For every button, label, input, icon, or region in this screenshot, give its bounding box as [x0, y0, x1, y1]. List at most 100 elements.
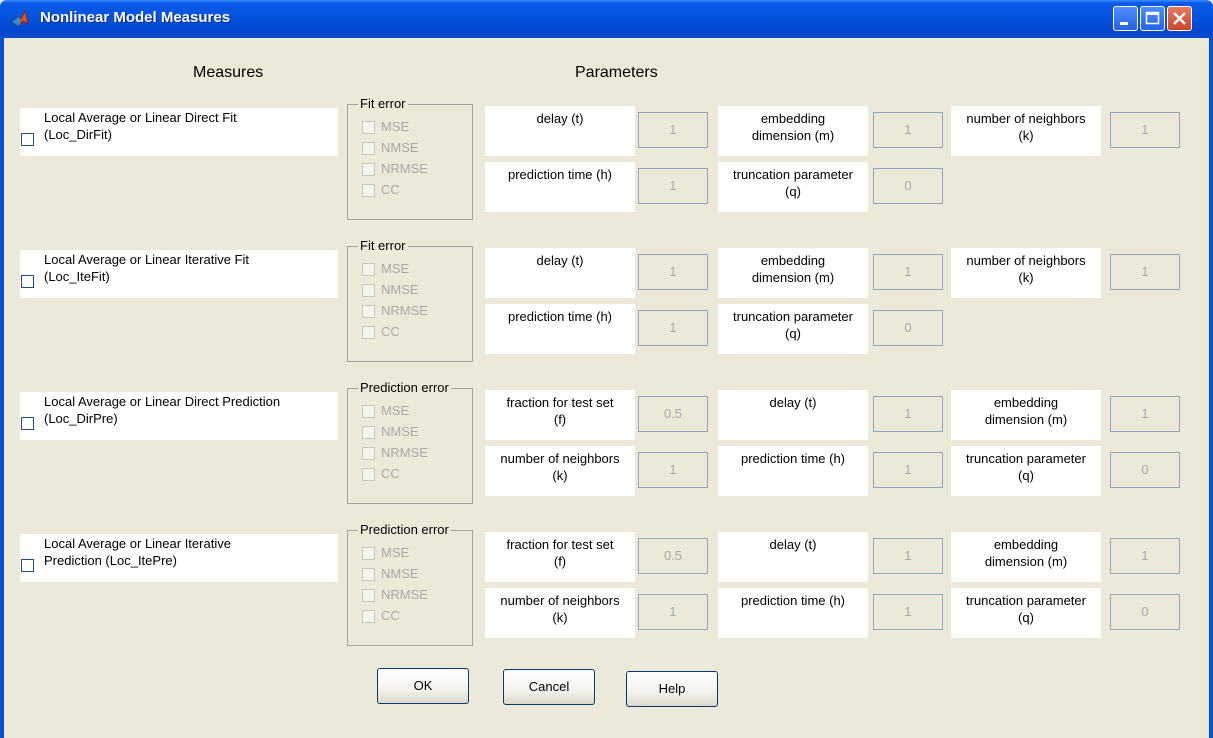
error-option-label: NMSE — [381, 140, 419, 155]
error-option-label: CC — [381, 466, 400, 481]
error-option-label: NRMSE — [381, 445, 428, 460]
measure-checkbox[interactable] — [21, 417, 34, 430]
error-option-label: MSE — [381, 261, 410, 276]
parameter-input[interactable]: 0 — [873, 168, 943, 204]
error-group-title: Fit error — [358, 238, 408, 253]
minimize-button[interactable] — [1113, 6, 1138, 31]
error-option-label: NRMSE — [381, 587, 428, 602]
error-option-checkbox[interactable] — [362, 468, 375, 481]
parameter-input[interactable]: 1 — [638, 310, 708, 346]
error-option-label: CC — [381, 182, 400, 197]
error-group: Prediction error MSE NMSE NRMSE CC — [347, 522, 473, 646]
error-option-label: NRMSE — [381, 303, 428, 318]
parameter-label: embedding dimension (m) — [951, 532, 1101, 582]
error-option-checkbox[interactable] — [362, 610, 375, 623]
ok-button[interactable]: OK — [377, 668, 469, 704]
parameter-label-line1: truncation parameter — [966, 451, 1086, 466]
error-option-checkbox[interactable] — [362, 426, 375, 439]
error-option-checkbox[interactable] — [362, 547, 375, 560]
parameter-input[interactable]: 1 — [638, 452, 708, 488]
title-bar[interactable]: Nonlinear Model Measures — [0, 0, 1213, 38]
parameter-input[interactable]: 1 — [873, 396, 943, 432]
error-group-title: Prediction error — [358, 522, 451, 537]
measure-label-line1: Local Average or Linear Direct Fit — [44, 110, 237, 125]
parameter-input[interactable]: 1 — [873, 594, 943, 630]
dialog-body: Measures Parameters Local Average or Lin… — [4, 38, 1209, 738]
close-button[interactable] — [1167, 6, 1192, 31]
help-button[interactable]: Help — [626, 671, 718, 707]
error-option-checkbox[interactable] — [362, 163, 375, 176]
parameter-input[interactable]: 1 — [638, 168, 708, 204]
parameter-label-line1: prediction time (h) — [740, 593, 846, 608]
parameter-label-line1: prediction time (h) — [507, 167, 613, 182]
error-option-checkbox[interactable] — [362, 589, 375, 602]
parameter-input[interactable]: 1 — [1110, 538, 1180, 574]
parameter-input[interactable]: 1 — [873, 112, 943, 148]
parameter-label: truncation parameter (q) — [718, 162, 868, 212]
measure-label-box: Local Average or Linear Iterative Fit (Lo… — [20, 250, 338, 298]
parameter-label-line1: truncation parameter — [733, 309, 853, 324]
error-group-title: Prediction error — [358, 380, 451, 395]
cancel-button[interactable]: Cancel — [503, 669, 595, 705]
parameter-input[interactable]: 1 — [873, 254, 943, 290]
measure-label-line2: (Loc_DirPre) — [44, 411, 118, 426]
error-option-checkbox[interactable] — [362, 568, 375, 581]
parameter-label-line1: fraction for test set — [506, 537, 614, 552]
parameter-label-line2: dimension (m) — [751, 128, 835, 143]
parameter-input[interactable]: 1 — [1110, 396, 1180, 432]
parameter-label: delay (t) — [718, 390, 868, 440]
parameter-label-line1: number of neighbors — [966, 253, 1086, 268]
parameter-label-line1: truncation parameter — [966, 593, 1086, 608]
parameter-input[interactable]: 1 — [1110, 254, 1180, 290]
parameter-input[interactable]: 0.5 — [638, 396, 708, 432]
parameter-label-line1: prediction time (h) — [507, 309, 613, 324]
close-icon — [1173, 12, 1186, 25]
parameter-label: fraction for test set (f) — [485, 390, 635, 440]
measure-checkbox[interactable] — [21, 133, 34, 146]
parameter-label: delay (t) — [485, 248, 635, 298]
parameter-input[interactable]: 1 — [638, 594, 708, 630]
parameter-label-line1: prediction time (h) — [740, 451, 846, 466]
error-group-title: Fit error — [358, 96, 408, 111]
parameter-input[interactable]: 1 — [873, 538, 943, 574]
parameters-header: Parameters — [575, 64, 658, 81]
parameter-label: prediction time (h) — [718, 588, 868, 638]
parameter-label: number of neighbors (k) — [951, 248, 1101, 298]
parameter-label-line2: (q) — [1018, 468, 1034, 483]
parameter-input[interactable]: 0 — [1110, 452, 1180, 488]
measure-checkbox[interactable] — [21, 275, 34, 288]
parameter-label-line1: number of neighbors — [966, 111, 1086, 126]
parameter-label-line1: delay (t) — [536, 111, 584, 126]
error-option-checkbox[interactable] — [362, 305, 375, 318]
parameter-input[interactable]: 1 — [638, 112, 708, 148]
parameter-label-line1: number of neighbors — [500, 451, 620, 466]
error-option-checkbox[interactable] — [362, 405, 375, 418]
error-option-checkbox[interactable] — [362, 447, 375, 460]
error-group: Fit error MSE NMSE NRMSE CC — [347, 238, 473, 362]
measure-checkbox[interactable] — [21, 559, 34, 572]
error-option-checkbox[interactable] — [362, 263, 375, 276]
parameter-input[interactable]: 1 — [1110, 112, 1180, 148]
parameter-label-line1: fraction for test set — [506, 395, 614, 410]
parameter-input[interactable]: 1 — [873, 452, 943, 488]
error-option-checkbox[interactable] — [362, 326, 375, 339]
parameter-label: prediction time (h) — [485, 162, 635, 212]
matlab-logo-icon — [11, 10, 29, 27]
parameter-input[interactable]: 0 — [1110, 594, 1180, 630]
parameter-input[interactable]: 1 — [638, 254, 708, 290]
parameter-label-line2: dimension (m) — [984, 554, 1068, 569]
error-option-checkbox[interactable] — [362, 142, 375, 155]
parameter-label-line1: delay (t) — [769, 537, 817, 552]
measure-label-line1: Local Average or Linear Iterative — [44, 536, 231, 551]
parameter-label-line1: delay (t) — [769, 395, 817, 410]
error-option-checkbox[interactable] — [362, 184, 375, 197]
parameter-label-line2: (k) — [552, 610, 568, 625]
maximize-button[interactable] — [1140, 6, 1165, 31]
error-option-checkbox[interactable] — [362, 284, 375, 297]
error-option-checkbox[interactable] — [362, 121, 375, 134]
measure-label-line1: Local Average or Linear Direct Predictio… — [44, 394, 281, 409]
error-option-label: CC — [381, 608, 400, 623]
parameter-input[interactable]: 0.5 — [638, 538, 708, 574]
error-option-label: NMSE — [381, 282, 419, 297]
parameter-input[interactable]: 0 — [873, 310, 943, 346]
